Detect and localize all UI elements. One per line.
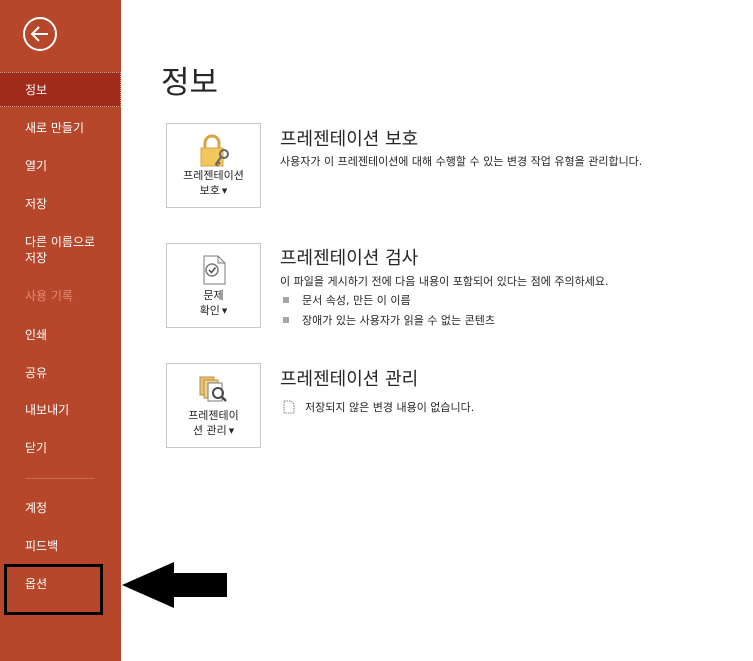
nav-open[interactable]: 열기 (0, 158, 121, 174)
nav-save[interactable]: 저장 (0, 196, 121, 212)
nav-new-label: 새로 만들기 (25, 121, 85, 135)
protect-title: 프레젠테이션 보호 (280, 129, 419, 150)
nav-print[interactable]: 인쇄 (0, 327, 121, 343)
nav-account-label: 계정 (25, 501, 48, 515)
manage-presentation-button[interactable]: 프레젠테이 션 관리 ▼ (166, 363, 261, 448)
nav-history-label: 사용 기록 (25, 289, 73, 303)
nav-info-label: 정보 (25, 82, 48, 97)
nav-export[interactable]: 내보내기 (0, 402, 121, 418)
nav-history: 사용 기록 (0, 288, 121, 304)
nav-feedback-label: 피드백 (25, 539, 59, 553)
inspect-card-line2-wrap: 확인 ▼ (167, 303, 260, 319)
inspect-card-line2: 확인 (199, 304, 220, 317)
nav-feedback[interactable]: 피드백 (0, 538, 121, 554)
protect-desc: 사용자가 이 프레젠테이션에 대해 수행할 수 있는 변경 작업 유형을 관리합… (280, 155, 643, 168)
manage-title: 프레젠테이션 관리 (280, 369, 419, 390)
backstage-sidebar: 정보 새로 만들기 열기 저장 다른 이름으로 저장 사용 기록 인쇄 공유 내… (0, 0, 121, 661)
manage-card-line2: 션 관리 (192, 424, 227, 437)
manage-note: 저장되지 않은 변경 내용이 없습니다. (283, 399, 474, 415)
back-arrow-icon (31, 26, 48, 42)
bullet-square-icon (283, 317, 289, 323)
documents-search-icon (199, 376, 227, 402)
nav-share-label: 공유 (25, 366, 48, 380)
nav-save-as-label: 다른 이름으로 저장 (25, 235, 96, 265)
document-icon (283, 400, 295, 414)
options-highlight-box (4, 564, 103, 615)
manage-card-line1: 프레젠테이 (188, 409, 239, 422)
inspect-bullet-2-text: 장애가 있는 사용자가 읽을 수 없는 콘텐츠 (302, 314, 496, 327)
nav-close-label: 닫기 (25, 441, 48, 455)
manage-desc: 저장되지 않은 변경 내용이 없습니다. (305, 401, 475, 414)
page-title: 정보 (161, 65, 219, 101)
inspect-title: 프레젠테이션 검사 (280, 248, 419, 269)
check-issues-button[interactable]: 문제 확인 ▼ (166, 243, 261, 328)
nav-print-label: 인쇄 (25, 328, 48, 342)
nav-save-as[interactable]: 다른 이름으로 저장 (0, 234, 121, 266)
nav-divider (25, 478, 95, 479)
inspect-card-line1: 문제 (203, 289, 224, 302)
protect-card-line2: 보호 (199, 184, 220, 197)
nav-info[interactable]: 정보 (0, 72, 121, 107)
nav-open-label: 열기 (25, 159, 48, 173)
protect-card-line2-wrap: 보호 ▼ (167, 183, 260, 199)
dropdown-caret-icon: ▼ (228, 426, 235, 435)
inspect-bullet-2: 장애가 있는 사용자가 읽을 수 없는 콘텐츠 (283, 312, 495, 328)
nav-account[interactable]: 계정 (0, 500, 121, 516)
pointer-arrow-icon (122, 562, 227, 608)
nav-export-label: 내보내기 (25, 403, 70, 417)
nav-share[interactable]: 공유 (0, 365, 121, 381)
dropdown-caret-icon: ▼ (221, 306, 228, 315)
nav-save-label: 저장 (25, 197, 48, 211)
protect-card-line1: 프레젠테이션 (183, 169, 244, 182)
back-button[interactable] (23, 17, 57, 51)
inspect-bullet-1-text: 문서 속성, 만든 이 이름 (302, 294, 411, 307)
manage-card-line2-wrap: 션 관리 ▼ (167, 423, 260, 439)
document-check-icon (203, 255, 225, 285)
inspect-bullet-1: 문서 속성, 만든 이 이름 (283, 292, 411, 308)
inspect-desc: 이 파일을 게시하기 전에 다음 내용이 포함되어 있다는 점에 주의하세요. (280, 275, 609, 288)
lock-key-icon (200, 134, 229, 167)
nav-new[interactable]: 새로 만들기 (0, 120, 121, 136)
dropdown-caret-icon: ▼ (221, 186, 228, 195)
nav-close[interactable]: 닫기 (0, 440, 121, 456)
bullet-square-icon (283, 297, 289, 303)
protect-presentation-button[interactable]: 프레젠테이션 보호 ▼ (166, 123, 261, 208)
